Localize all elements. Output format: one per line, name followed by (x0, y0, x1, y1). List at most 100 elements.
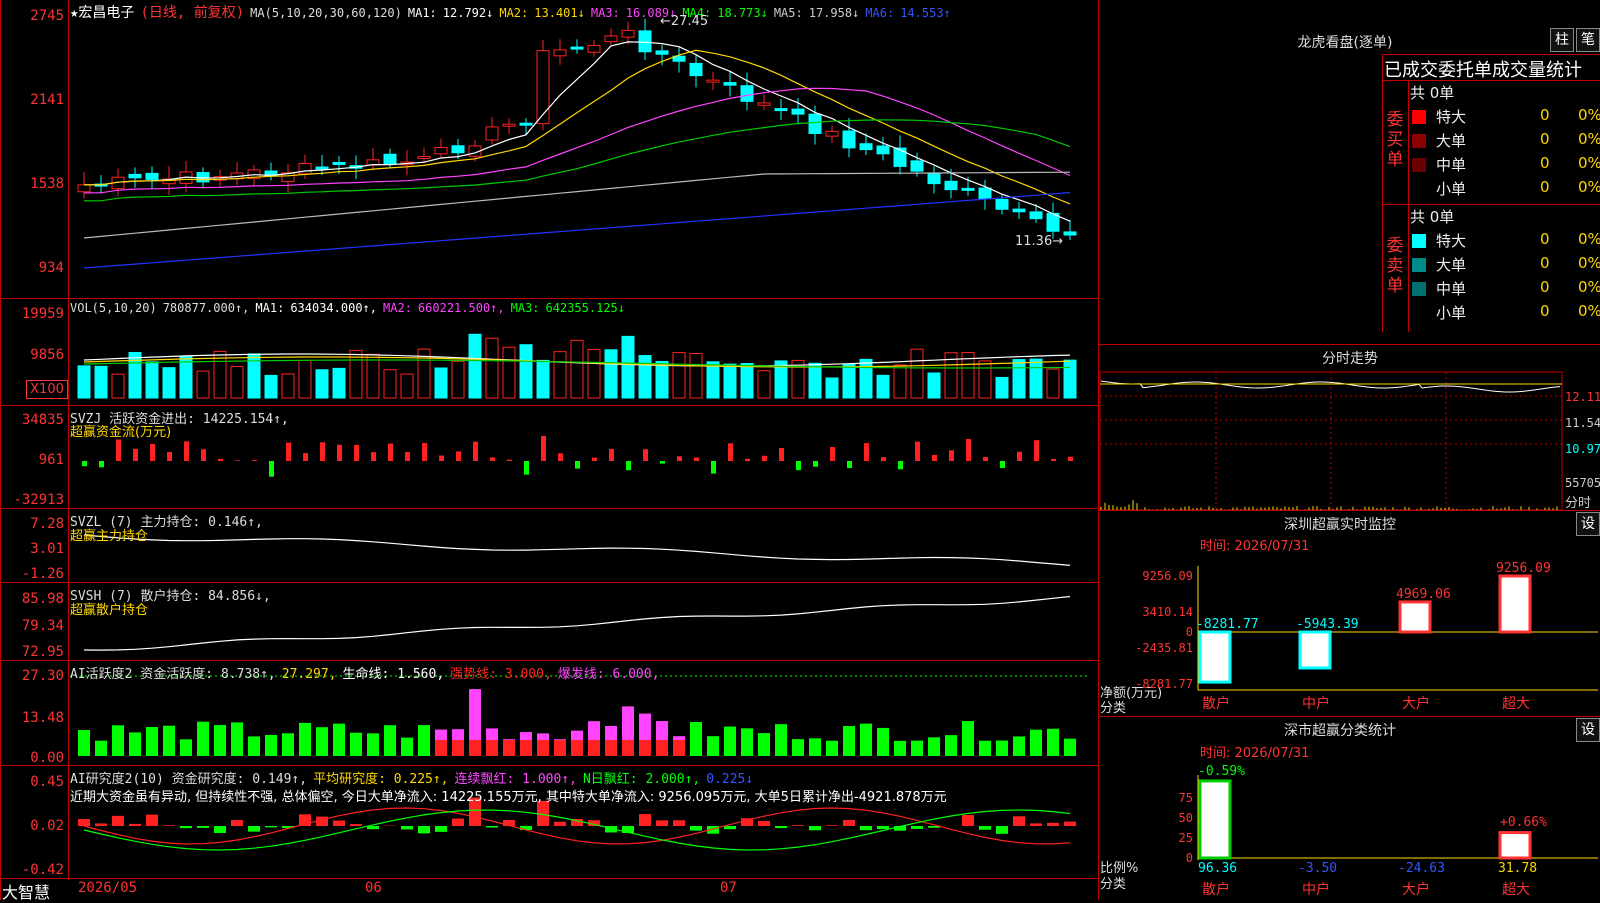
svzj-bar (575, 461, 580, 469)
ai-research-bar (809, 826, 821, 830)
svzj-bar (541, 436, 546, 461)
svzj-bar (592, 458, 597, 461)
svzl-line (84, 535, 1070, 565)
volume-bar (333, 368, 345, 398)
candle (78, 185, 90, 192)
svzj-bar (252, 460, 257, 461)
sz-class-category: 中户 (1302, 881, 1330, 898)
ai-active-bar (707, 736, 719, 756)
sz-class-top-label: -0.59% (1198, 764, 1245, 779)
ma-value-4: 18.773↓ (717, 6, 768, 20)
svzj-bar (643, 449, 648, 461)
volume-bar (486, 338, 498, 398)
ai-active-v2: 27.297, (282, 667, 337, 682)
ai-active-bar (792, 739, 804, 756)
ai-active-bar (928, 737, 940, 756)
volume-bar (707, 362, 719, 398)
svzj-bar (898, 461, 903, 469)
ai-active-label: AI活跃度2 资金活跃度: 8.738↑, (70, 667, 276, 682)
ai-active-bar (996, 741, 1008, 756)
sz-class-bar-value: 96.36 (1198, 861, 1237, 876)
svzj-bar (626, 461, 631, 470)
ai-active-bar (894, 741, 906, 756)
svzj-bar (303, 453, 308, 461)
svzj-bar (779, 448, 784, 461)
x-axis-label: 06 (365, 880, 382, 896)
ai-active-bar (1047, 729, 1059, 756)
ai-research-bar (129, 824, 141, 826)
vol-ytick: 19959 (0, 306, 64, 322)
volume-bar (231, 367, 243, 398)
vol-ma-value-3: 642355.125↓ (546, 301, 625, 315)
volume-bar (401, 374, 413, 398)
ma-label-6: MA6: (865, 6, 894, 20)
candle (435, 148, 447, 154)
ai-active-red-bar (622, 740, 634, 756)
ai-active-v4: 强势线: 3.000, (450, 667, 552, 682)
ai-research-red: 连续飘红: 1.000↑, (455, 772, 577, 787)
ai-active-red-bar (435, 740, 447, 756)
ai-active-bar (231, 722, 243, 756)
volume-bar (622, 336, 634, 398)
ai-research-bar (554, 822, 566, 826)
sz-monitor-ytick: 0 (1186, 625, 1193, 639)
volume-bar (860, 359, 872, 398)
svzj-ytick: -32913 (0, 492, 64, 508)
ai-active-bar (367, 733, 379, 756)
ai-active-red-bar (673, 740, 685, 756)
ai-active-bar (843, 726, 855, 756)
ma-label-3: MA3: (591, 6, 620, 20)
svzj-bar (507, 460, 512, 461)
candle (554, 50, 566, 56)
ai-active-bar (401, 738, 413, 756)
svzj-bar (150, 444, 155, 461)
vol-unit-badge[interactable]: X100 (26, 380, 68, 399)
candle (537, 51, 549, 124)
sz-monitor-ytick: 9256.09 (1142, 569, 1193, 583)
ai-active-red-bar (503, 740, 515, 756)
candle (333, 162, 345, 164)
price-ytick: 934 (0, 260, 64, 276)
volume-bar (520, 345, 532, 398)
svzj-bar (949, 450, 954, 461)
volume-bar (571, 340, 583, 398)
ai-active-bar (911, 741, 923, 756)
ai-research-bar (1030, 823, 1042, 826)
volume-bar (452, 361, 464, 398)
ai-active-bar (945, 735, 957, 756)
candle (741, 86, 753, 102)
svzj-bar (609, 449, 614, 461)
candle (775, 109, 787, 111)
volume-bar (843, 364, 855, 398)
ai-research-bar (758, 821, 770, 826)
sz-monitor-bar (1300, 632, 1330, 668)
main-chart-canvas[interactable] (0, 0, 1098, 900)
svzj-bar (1017, 452, 1022, 461)
svzj-bar (82, 461, 87, 466)
volume-bar (78, 366, 90, 398)
candle (809, 114, 821, 133)
volume-bar (809, 363, 821, 398)
ai-research-bar (911, 826, 923, 829)
candle (707, 80, 719, 82)
ai-research-ytick: 0.45 (0, 774, 64, 790)
ma-value-5: 17.958↓ (809, 6, 860, 20)
ai-research-bar (401, 826, 413, 829)
ai-research-bar (656, 820, 668, 826)
right-charts-canvas[interactable]: 9256.093410.140-2435.81-8281.77-8281.77散… (1098, 0, 1600, 900)
ai-research-bar (996, 826, 1008, 834)
vol-label: VOL(5,10,20) (70, 301, 157, 315)
volume-bar (112, 374, 124, 398)
price-header: ★宏昌电子(日线, 前复权)MA(5,10,20,30,60,120)MA1:1… (70, 2, 963, 22)
candle (792, 109, 804, 114)
ai-active-bar (146, 727, 158, 756)
candle (571, 47, 583, 49)
stock-name[interactable]: ★宏昌电子 (70, 5, 134, 21)
svsh-ytick: 85.98 (0, 591, 64, 607)
svzj-bar (830, 447, 835, 461)
volume-bar (537, 360, 549, 398)
svzj-bar (473, 442, 478, 461)
candle (690, 63, 702, 75)
volume-bar (639, 356, 651, 398)
ai-active-bar (333, 724, 345, 756)
